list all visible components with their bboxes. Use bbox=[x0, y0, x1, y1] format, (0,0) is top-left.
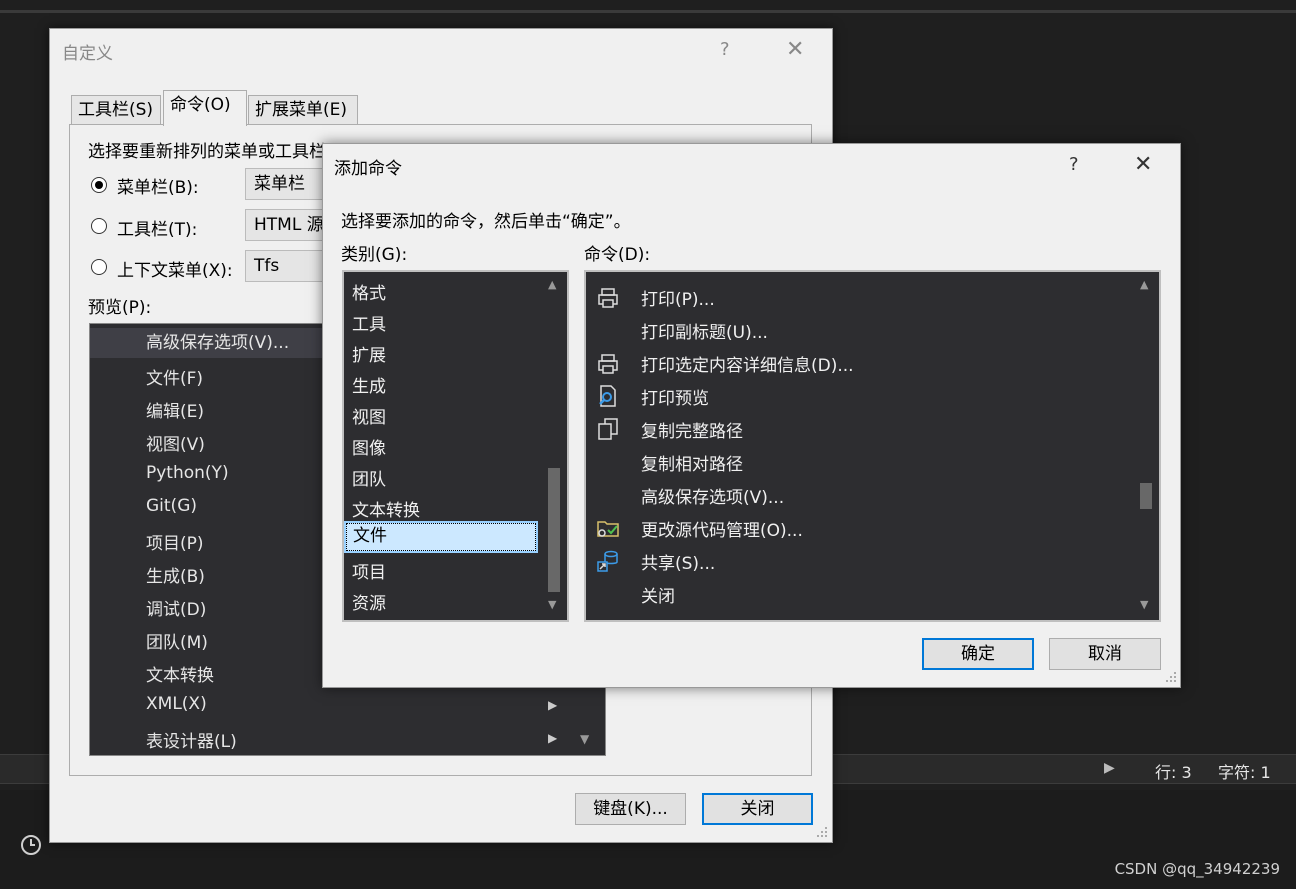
toolbar-radio-label[interactable]: 工具栏(T): bbox=[117, 215, 197, 240]
category-list[interactable]: 格式 工具 扩展 生成 视图 图像 团队 文本转换 文件 项目 资源 ▲ ▼ bbox=[342, 270, 569, 622]
scroll-down-icon[interactable]: ▼ bbox=[580, 732, 589, 746]
list-item[interactable]: 关闭 bbox=[641, 582, 675, 607]
submenu-arrow-icon: ▶ bbox=[548, 731, 558, 745]
list-item[interactable]: 资源 bbox=[352, 589, 386, 614]
copy-icon bbox=[598, 418, 618, 440]
submenu-arrow-icon: ▶ bbox=[548, 698, 558, 712]
status-expand-icon[interactable]: ▶ bbox=[1104, 760, 1115, 776]
list-item[interactable]: 表设计器(L) bbox=[146, 727, 237, 752]
watermark: CSDN @qq_34942239 bbox=[1114, 860, 1280, 878]
list-item[interactable]: 项目 bbox=[352, 558, 386, 583]
print-preview-icon bbox=[599, 385, 616, 407]
cancel-button[interactable]: 取消 bbox=[1049, 638, 1161, 670]
help-button[interactable]: ? bbox=[1069, 154, 1079, 175]
list-item[interactable]: Git(G) bbox=[146, 496, 197, 516]
list-item[interactable]: 高级保存选项(V)... bbox=[641, 483, 784, 508]
ok-button[interactable]: 确定 bbox=[922, 638, 1034, 670]
close-dialog-button[interactable]: 关闭 bbox=[702, 793, 813, 825]
scroll-up-icon[interactable]: ▲ bbox=[548, 278, 556, 291]
dialog-title: 添加命令 bbox=[334, 159, 402, 179]
printer-icon bbox=[598, 288, 618, 308]
list-item[interactable]: 图像 bbox=[352, 434, 386, 459]
list-item[interactable]: Python(Y) bbox=[146, 463, 229, 483]
close-button[interactable]: ✕ bbox=[1134, 152, 1152, 177]
toolbar-radio[interactable] bbox=[91, 218, 107, 234]
scroll-up-icon[interactable]: ▲ bbox=[1140, 278, 1148, 291]
list-item[interactable]: 打印选定内容详细信息(D)... bbox=[641, 351, 854, 376]
share-database-icon bbox=[597, 550, 618, 572]
command-scrollbar[interactable]: ▲ ▼ bbox=[1133, 272, 1159, 620]
list-item[interactable]: 文件(F) bbox=[146, 364, 203, 389]
category-scrollbar[interactable]: ▲ ▼ bbox=[540, 272, 567, 620]
clock-icon[interactable] bbox=[20, 834, 42, 856]
list-item[interactable]: 文本转换 bbox=[146, 661, 214, 686]
list-item[interactable]: 打印(P)... bbox=[641, 285, 715, 310]
list-item[interactable]: 调试(D) bbox=[146, 595, 206, 620]
list-item[interactable]: 团队 bbox=[352, 465, 386, 490]
list-item[interactable]: 工具 bbox=[352, 310, 386, 335]
command-label: 命令(D): bbox=[584, 245, 651, 265]
ide-top-bar bbox=[0, 0, 1296, 13]
preview-label: 预览(P): bbox=[88, 298, 152, 318]
list-item[interactable]: 扩展 bbox=[352, 341, 386, 366]
list-item[interactable]: 打印副标题(U)... bbox=[641, 318, 768, 343]
scroll-thumb[interactable] bbox=[548, 468, 560, 592]
context-menu-radio[interactable] bbox=[91, 259, 107, 275]
scroll-down-icon[interactable]: ▼ bbox=[1140, 598, 1148, 611]
list-item[interactable]: 生成(B) bbox=[146, 562, 205, 587]
list-item[interactable]: 打印预览 bbox=[641, 384, 709, 409]
keyboard-button[interactable]: 键盘(K)... bbox=[575, 793, 686, 825]
resize-grip-icon[interactable] bbox=[816, 826, 828, 838]
list-item[interactable]: XML(X) bbox=[146, 694, 207, 714]
list-item[interactable]: 项目(P) bbox=[146, 529, 204, 554]
category-label: 类别(G): bbox=[341, 245, 408, 265]
menubar-radio-label[interactable]: 菜单栏(B): bbox=[117, 173, 199, 198]
list-item[interactable]: 编辑(E) bbox=[146, 397, 204, 422]
list-item[interactable]: 更改源代码管理(O)... bbox=[641, 516, 803, 541]
add-command-instruction: 选择要添加的命令，然后单击“确定”。 bbox=[341, 212, 631, 232]
source-control-icon bbox=[597, 521, 619, 537]
context-menu-radio-label[interactable]: 上下文菜单(X): bbox=[117, 256, 233, 281]
menubar-radio[interactable] bbox=[91, 177, 107, 193]
tab-toolbars[interactable]: 工具栏(S) bbox=[71, 95, 161, 125]
list-item[interactable]: 视图 bbox=[352, 403, 386, 428]
list-item[interactable]: 格式 bbox=[352, 279, 386, 304]
list-item[interactable]: 生成 bbox=[352, 372, 386, 397]
scroll-thumb[interactable] bbox=[1140, 483, 1152, 509]
list-item-selected[interactable]: 文件 bbox=[344, 521, 538, 553]
resize-grip-icon[interactable] bbox=[1165, 671, 1177, 683]
list-item[interactable]: 文本转换 bbox=[352, 496, 420, 521]
status-char-number: 字符: 1 bbox=[1218, 763, 1271, 782]
command-list[interactable]: 打印(P)... 打印副标题(U)... 打印选定内容详细信息(D)... 打印… bbox=[584, 270, 1161, 622]
tab-commands[interactable]: 命令(O) bbox=[163, 90, 247, 126]
list-item[interactable]: 复制完整路径 bbox=[641, 417, 743, 442]
list-item[interactable]: 复制相对路径 bbox=[641, 450, 743, 475]
list-item[interactable]: 视图(V) bbox=[146, 430, 205, 455]
help-button[interactable]: ? bbox=[720, 39, 730, 60]
rearrange-instruction: 选择要重新排列的菜单或工具栏: bbox=[88, 142, 332, 162]
tab-extension-menus[interactable]: 扩展菜单(E) bbox=[248, 95, 358, 125]
add-command-dialog: 添加命令 ? ✕ 选择要添加的命令，然后单击“确定”。 类别(G): 命令(D)… bbox=[322, 143, 1181, 688]
scroll-down-icon[interactable]: ▼ bbox=[548, 598, 556, 611]
dialog-title: 自定义 bbox=[62, 44, 113, 64]
status-line-number: 行: 3 bbox=[1155, 763, 1192, 782]
list-item[interactable]: 共享(S)... bbox=[641, 549, 715, 574]
printer-icon bbox=[598, 354, 618, 374]
close-button[interactable]: ✕ bbox=[786, 37, 804, 62]
list-item[interactable]: 团队(M) bbox=[146, 628, 208, 653]
